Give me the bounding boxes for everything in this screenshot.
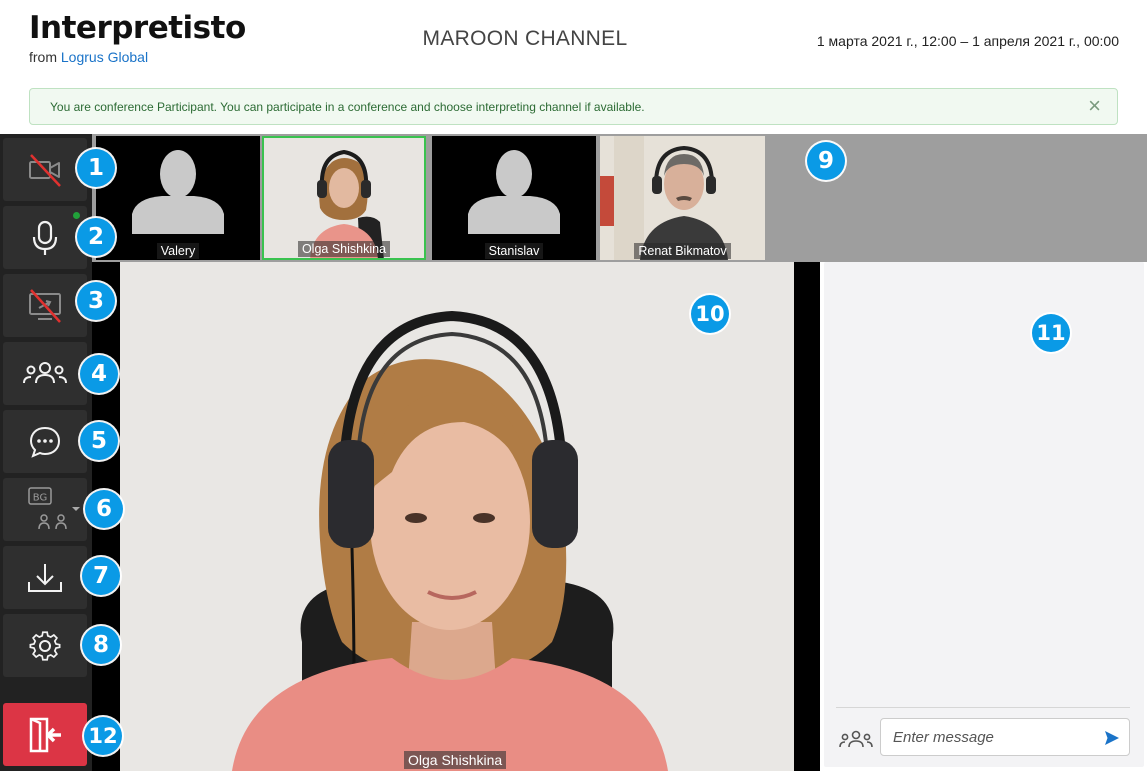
callout-badge: 5: [80, 422, 118, 460]
interpreting-channel-dropdown[interactable]: BG: [3, 478, 87, 541]
language-code-label: BG: [33, 492, 47, 503]
participant-name: Valery: [156, 243, 200, 259]
chat-button[interactable]: [3, 410, 87, 473]
callout-badge: 3: [77, 282, 115, 320]
alert-message: You are conference Participant. You can …: [50, 100, 645, 114]
download-button[interactable]: [3, 546, 87, 609]
participant-name: Stanislav: [484, 243, 544, 259]
chevron-down-icon: [72, 507, 80, 511]
microphone-toggle-button[interactable]: [3, 206, 87, 269]
logrus-global-link[interactable]: Logrus Global: [61, 49, 148, 65]
participant-tile[interactable]: Renat Bikmatov: [600, 136, 765, 260]
camera-off-icon: [29, 153, 61, 187]
main-video-view[interactable]: Olga Shishkina: [92, 262, 820, 771]
main-participant-name: Olga Shishkina: [404, 751, 507, 769]
callout-badge: 7: [82, 557, 120, 595]
exit-door-icon: [29, 717, 61, 752]
download-icon: [28, 563, 62, 592]
chat-message-input[interactable]: [880, 718, 1130, 756]
chat-icon: [29, 426, 61, 458]
participant-name: Renat Bikmatov: [634, 243, 731, 259]
participant-tile[interactable]: Stanislav: [432, 136, 596, 260]
chat-participants-icon[interactable]: [838, 729, 874, 751]
participant-name: Olga Shishkina: [297, 241, 391, 257]
avatar-placeholder-icon: [132, 150, 224, 234]
participant-video: [600, 136, 765, 260]
avatar-placeholder-icon: [468, 150, 560, 234]
participants-button[interactable]: [3, 342, 87, 405]
from-prefix: from: [29, 49, 57, 65]
chat-panel: [824, 262, 1144, 767]
callout-badge: 6: [85, 490, 123, 528]
screen-share-button[interactable]: [3, 274, 87, 337]
participant-strip: Valery Olga Shishkina Stanislav Renat Bi…: [92, 134, 1147, 262]
callout-badge: 1: [77, 149, 115, 187]
role-alert: You are conference Participant. You can …: [29, 88, 1118, 125]
settings-gear-icon: [29, 630, 61, 661]
chat-divider: [836, 707, 1130, 708]
participant-tile[interactable]: Valery: [96, 136, 260, 260]
participants-icon: [23, 361, 67, 383]
leave-conference-button[interactable]: [3, 703, 87, 766]
settings-button[interactable]: [3, 614, 87, 677]
screen-share-off-icon: [29, 288, 61, 323]
microphone-icon: [32, 220, 58, 255]
mic-active-indicator: [73, 212, 80, 219]
alert-close-button[interactable]: ×: [1088, 94, 1101, 118]
main-participant-video: [92, 262, 820, 771]
date-range: 1 марта 2021 г., 12:00 – 1 апреля 2021 г…: [816, 33, 1119, 49]
callout-badge: 8: [82, 626, 120, 664]
participant-tile-active[interactable]: Olga Shishkina: [262, 136, 426, 260]
callout-badge: 12: [84, 717, 122, 755]
language-channel-icon: BG: [28, 486, 67, 529]
callout-badge: 11: [1032, 314, 1070, 352]
callout-badge: 4: [80, 355, 118, 393]
callout-badge: 2: [77, 218, 115, 256]
send-icon[interactable]: [1104, 730, 1120, 746]
callout-badge: 9: [807, 142, 845, 180]
brand-subtitle: from Logrus Global: [29, 49, 246, 65]
camera-toggle-button[interactable]: [3, 138, 87, 201]
callout-badge: 10: [691, 295, 729, 333]
